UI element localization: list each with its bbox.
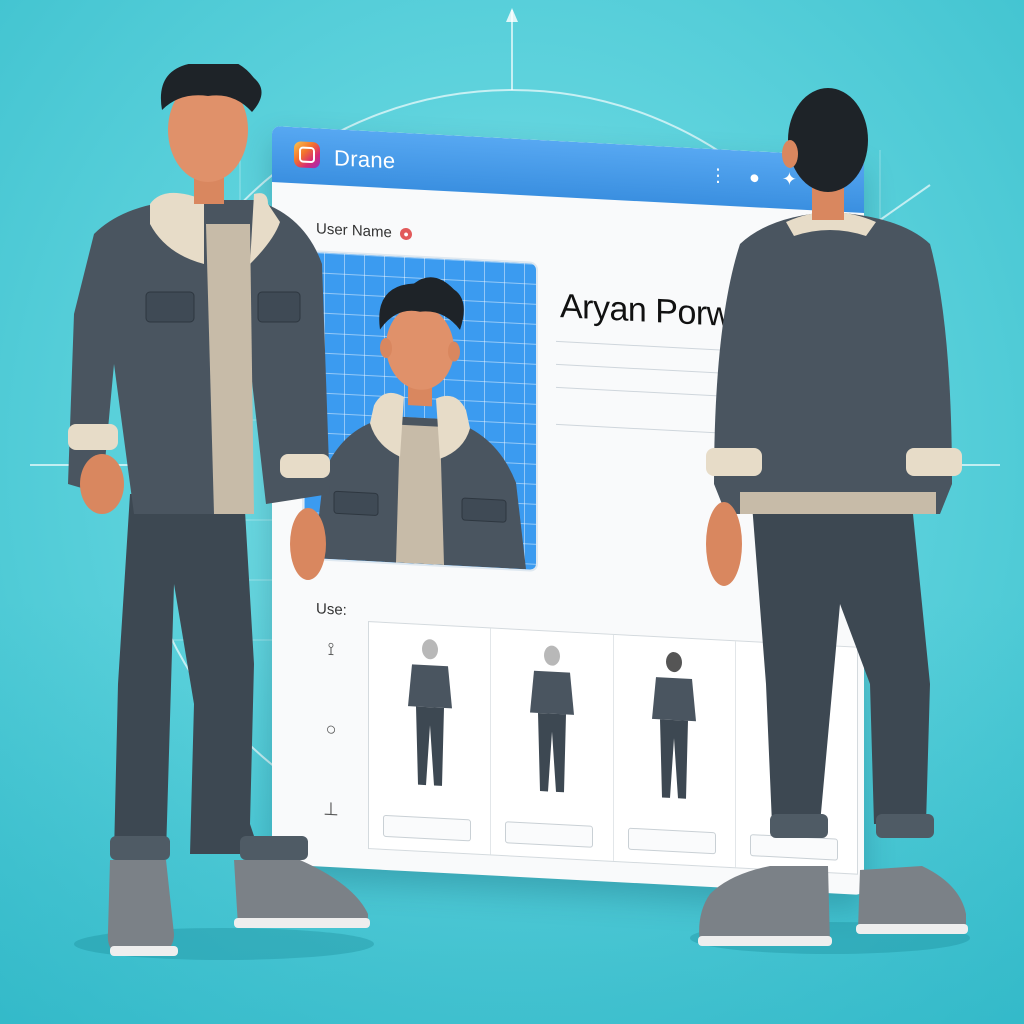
figure-thumbnail: [529, 645, 574, 793]
view-button[interactable]: [505, 821, 594, 848]
view-button[interactable]: [383, 814, 471, 842]
scene: Drane ⋮ ● ✦ ✦ User Name ●: [0, 0, 1024, 1024]
notification-badge: ●: [400, 227, 413, 241]
figure-thumbnail: [407, 639, 452, 786]
view-front-alt[interactable]: [491, 628, 614, 861]
view-front[interactable]: [369, 622, 492, 855]
figure-back: [690, 88, 970, 954]
figure-front: [68, 64, 374, 960]
